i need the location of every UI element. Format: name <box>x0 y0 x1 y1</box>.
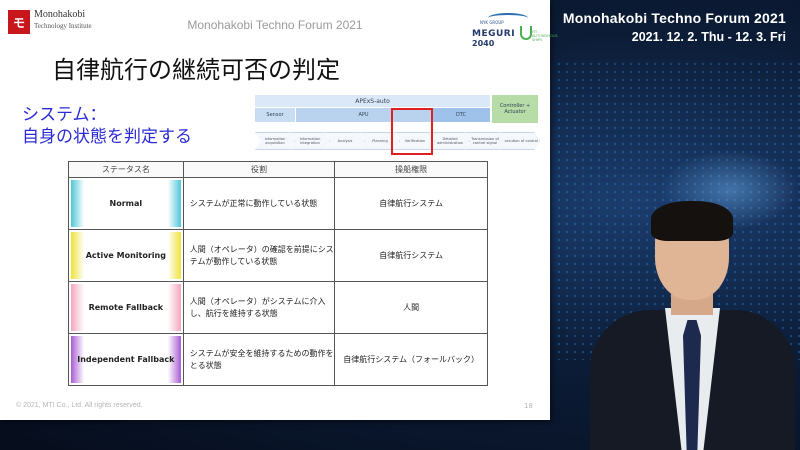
role-cell: 人間（オペレータ）の確認を前提にシステムが動作している状態 <box>182 229 336 282</box>
copyright-notice: © 2021, MTI Co., Ltd. All rights reserve… <box>16 402 143 409</box>
header-role: 役割 <box>182 161 336 178</box>
presenter-hair <box>651 201 733 241</box>
flow-step: Detailed administration <box>430 132 470 150</box>
apexs-band: APExS-auto <box>255 95 490 107</box>
role-cell: システムが正常に動作している状態 <box>182 177 336 230</box>
verification-highlight-box <box>391 108 433 155</box>
flow-step: Analysis <box>325 132 365 150</box>
page-number: 18 <box>524 402 533 410</box>
authority-cell: 人間 <box>334 281 488 334</box>
header-authority: 操船権限 <box>334 161 488 178</box>
authority-cell: 自律航行システム（フォールバック） <box>334 333 488 386</box>
status-cell-remote-fallback: Remote Fallback <box>68 281 184 334</box>
status-table: ステータス名 役割 操船権限 Normal システムが正常に動作している状態 自… <box>68 161 488 386</box>
header-status-name: ステータス名 <box>68 161 184 178</box>
status-name: Independent Fallback <box>71 336 181 383</box>
u-mark-icon <box>520 26 532 40</box>
table-row: Remote Fallback 人間（オペレータ）がシステムに介入し、航行を維持… <box>68 281 488 334</box>
flow-step: Execution of control <box>500 132 540 150</box>
meguri-group: NYK GROUP <box>480 20 504 25</box>
sensor-block: Sensor <box>255 108 295 122</box>
subtitle-line-2: 自身の状態を判定する <box>22 127 192 147</box>
architecture-diagram: APExS-auto Sensor APU DTC Controller + A… <box>255 95 540 157</box>
slide-title: 自律航行の継続可否の判定 <box>52 56 340 84</box>
status-name: Normal <box>71 180 181 227</box>
authority-cell: 自律航行システム <box>334 229 488 282</box>
table-row: Active Monitoring 人間（オペレータ）の確認を前提にシステムが動… <box>68 229 488 282</box>
status-cell-active-monitoring: Active Monitoring <box>68 229 184 282</box>
table-row: Independent Fallback システムが安全を維持するための動作をと… <box>68 333 488 386</box>
meguri-word: MEGURI <box>472 29 516 39</box>
role-cell: システムが安全を維持するための動作をとる状態 <box>182 333 336 386</box>
meguri-tagline: FIT AUTONOMOUS SHIPS <box>532 30 558 42</box>
event-title: Monohakobi Techno Forum 2021 <box>562 10 786 26</box>
status-name: Remote Fallback <box>71 284 181 331</box>
meguri-logo: NYK GROUP MEGURI 2040 FIT AUTONOMOUS SHI… <box>460 10 558 50</box>
event-dates: 2021. 12. 2. Thu - 12. 3. Fri <box>631 30 786 44</box>
table-header-row: ステータス名 役割 操船権限 <box>68 161 488 178</box>
flow-step: Transmission of control signal <box>465 132 505 150</box>
status-name: Active Monitoring <box>71 232 181 279</box>
status-cell-normal: Normal <box>68 177 184 230</box>
meguri-year: 2040 <box>472 39 495 48</box>
flow-step: Information acquisition <box>255 132 295 150</box>
dtc-block: DTC <box>432 108 490 122</box>
flow-step: Information integration <box>290 132 330 150</box>
controller-block: Controller + Actuator <box>492 95 538 123</box>
status-cell-independent-fallback: Independent Fallback <box>68 333 184 386</box>
table-row: Normal システムが正常に動作している状態 自律航行システム <box>68 177 488 230</box>
authority-cell: 自律航行システム <box>334 177 488 230</box>
role-cell: 人間（オペレータ）がシステムに介入し、航行を維持する状態 <box>182 281 336 334</box>
presenter-video <box>585 201 800 450</box>
presentation-slide: モ Monohakobi Technology Institute Monoha… <box>0 0 558 420</box>
